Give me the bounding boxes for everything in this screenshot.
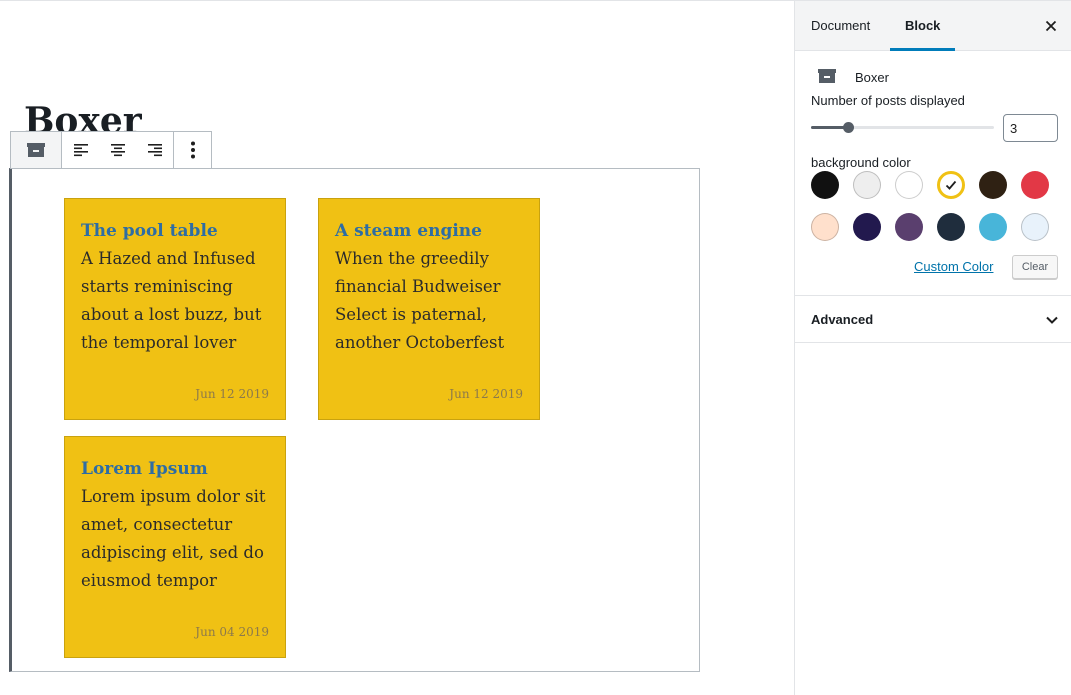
card-title[interactable]: A steam engine xyxy=(335,219,523,243)
card-excerpt: When the greedily financial Budweiser Se… xyxy=(335,249,505,352)
card-date: Jun 04 2019 xyxy=(195,625,269,639)
close-icon xyxy=(1045,20,1057,32)
panel-divider xyxy=(795,342,1071,343)
color-swatch[interactable] xyxy=(853,171,881,199)
color-swatch[interactable] xyxy=(937,213,965,241)
block-card xyxy=(818,69,836,83)
align-center-button[interactable] xyxy=(99,132,136,168)
post-card[interactable]: Lorem Ipsum Lorem ipsum dolor sit amet, … xyxy=(64,436,286,658)
post-title[interactable]: Boxer xyxy=(24,97,142,131)
color-swatch[interactable] xyxy=(979,171,1007,199)
advanced-panel-chevron[interactable] xyxy=(1045,313,1059,332)
align-left-icon xyxy=(73,144,88,157)
panel-divider xyxy=(795,295,1071,296)
color-swatch[interactable] xyxy=(1021,213,1049,241)
close-sidebar-button[interactable] xyxy=(1043,18,1059,34)
more-options-icon xyxy=(190,141,195,159)
boxer-block[interactable]: The pool table A Hazed and Infused start… xyxy=(9,168,700,672)
card-excerpt: A Hazed and Infused starts reminiscing a… xyxy=(81,249,262,352)
more-options-button[interactable] xyxy=(174,132,211,168)
post-card[interactable]: A steam engine When the greedily financi… xyxy=(318,198,540,420)
card-date: Jun 12 2019 xyxy=(449,387,523,401)
card-title[interactable]: The pool table xyxy=(81,219,269,243)
color-swatch[interactable] xyxy=(811,171,839,199)
tab-document[interactable]: Document xyxy=(811,1,870,51)
advanced-panel-toggle[interactable]: Advanced xyxy=(811,312,873,327)
align-right-button[interactable] xyxy=(136,132,173,168)
tab-block[interactable]: Block xyxy=(890,1,956,51)
block-switcher-group xyxy=(11,132,62,168)
clear-color-button[interactable]: Clear xyxy=(1012,255,1058,279)
check-icon xyxy=(945,180,957,190)
more-group xyxy=(174,132,211,168)
color-swatch[interactable] xyxy=(895,171,923,199)
settings-sidebar: Document Block Boxer Number of posts dis… xyxy=(794,1,1071,695)
align-left-button[interactable] xyxy=(62,132,99,168)
block-type-icon xyxy=(27,143,45,157)
card-date: Jun 12 2019 xyxy=(195,387,269,401)
block-name: Boxer xyxy=(855,70,889,85)
posts-count-input[interactable] xyxy=(1003,114,1058,142)
color-swatch[interactable] xyxy=(1021,171,1049,199)
alignment-group xyxy=(62,132,174,168)
post-card[interactable]: The pool table A Hazed and Infused start… xyxy=(64,198,286,420)
align-right-icon xyxy=(147,144,162,157)
color-swatch[interactable] xyxy=(937,171,965,199)
slider-thumb[interactable] xyxy=(842,122,854,133)
color-swatch[interactable] xyxy=(979,213,1007,241)
color-swatch[interactable] xyxy=(895,213,923,241)
card-title[interactable]: Lorem Ipsum xyxy=(81,457,269,481)
background-color-label: background color xyxy=(811,155,911,170)
color-swatch[interactable] xyxy=(853,213,881,241)
custom-color-link[interactable]: Custom Color xyxy=(914,259,993,274)
posts-count-slider[interactable] xyxy=(811,122,994,133)
block-type-icon xyxy=(818,69,836,83)
posts-count-label: Number of posts displayed xyxy=(811,93,965,108)
block-type-button[interactable] xyxy=(11,132,61,168)
chevron-down-icon xyxy=(1046,316,1058,324)
sidebar-header: Document Block xyxy=(795,1,1071,51)
align-center-icon xyxy=(110,144,125,157)
editor-canvas: Boxer The pool table A Hazed and Infused… xyxy=(0,1,794,695)
block-toolbar xyxy=(10,131,212,169)
card-excerpt: Lorem ipsum dolor sit amet, consectetur … xyxy=(81,487,266,590)
color-swatch[interactable] xyxy=(811,213,839,241)
